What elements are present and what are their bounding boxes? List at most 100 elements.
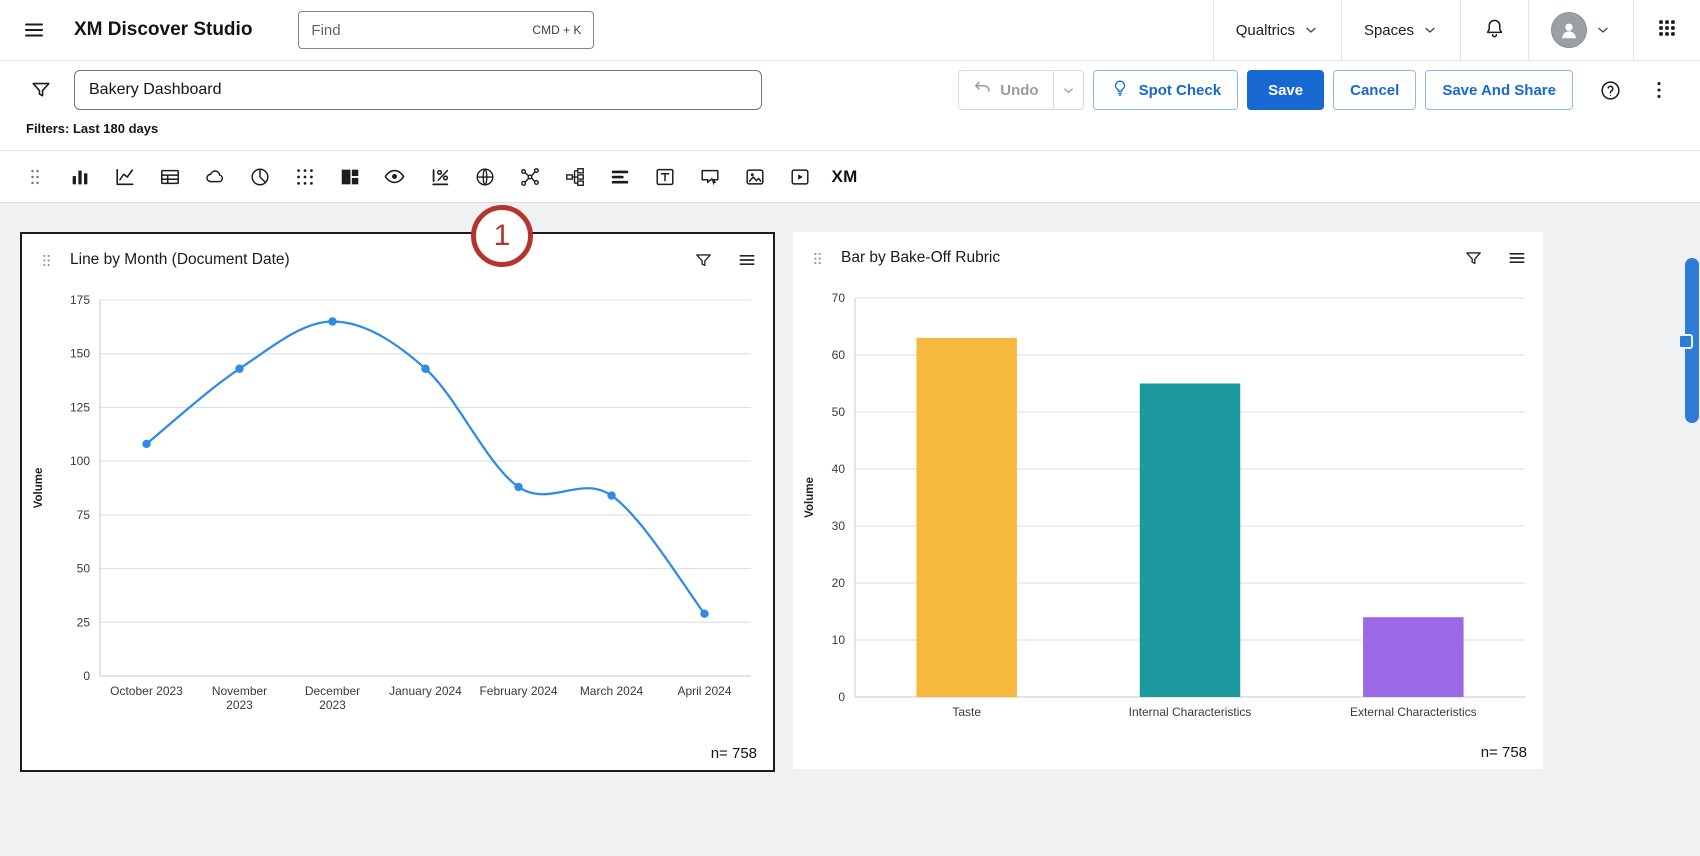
search-shortcut-hint: CMD + K	[532, 23, 581, 37]
svg-text:125: 125	[70, 400, 90, 414]
text-box-icon[interactable]	[642, 157, 687, 197]
widget-menu-icon[interactable]	[1507, 248, 1527, 268]
edit-toolbar: Undo Spot Check Save Cancel	[0, 61, 1700, 119]
help-icon[interactable]	[1593, 73, 1628, 108]
svg-text:November2023: November2023	[212, 684, 267, 712]
topbar-right: Qualtrics Spaces	[1213, 0, 1700, 60]
undo-split-button[interactable]: Undo	[958, 70, 1083, 110]
table-icon[interactable]	[147, 157, 192, 197]
svg-text:Internal Characteristics: Internal Characteristics	[1129, 705, 1252, 719]
hierarchy-icon[interactable]	[552, 157, 597, 197]
metric-icon[interactable]	[417, 157, 462, 197]
drag-handle-icon[interactable]	[38, 252, 55, 269]
preview-icon[interactable]	[372, 157, 417, 197]
annotation-circle: 1	[471, 205, 533, 267]
label-icon[interactable]	[687, 157, 732, 197]
lightbulb-icon	[1110, 78, 1130, 102]
bar-chart-icon[interactable]	[57, 157, 102, 197]
hamburger-menu-icon[interactable]	[16, 12, 52, 48]
global-search[interactable]: CMD + K	[298, 11, 594, 49]
svg-text:February 2024: February 2024	[479, 684, 557, 698]
bell-icon	[1483, 17, 1506, 44]
widget-line-by-month[interactable]: Line by Month (Document Date) 0255075100…	[20, 232, 775, 772]
widget-menu-icon[interactable]	[737, 250, 757, 270]
bar-chart[interactable]: 010203040506070VolumeTasteInternal Chara…	[793, 284, 1537, 729]
svg-text:Taste: Taste	[952, 705, 981, 719]
treemap-icon[interactable]	[327, 157, 372, 197]
dashboard-filter-icon[interactable]	[24, 73, 58, 107]
svg-text:100: 100	[70, 454, 90, 468]
save-and-share-button[interactable]: Save And Share	[1425, 70, 1573, 110]
line-chart[interactable]: 0255075100125150175VolumeOctober 2023Nov…	[22, 286, 767, 730]
widget-title: Bar by Bake-Off Rubric	[841, 249, 1000, 267]
aux-icons	[1593, 73, 1676, 108]
image-icon[interactable]	[732, 157, 777, 197]
chevron-down-icon	[1303, 22, 1319, 38]
svg-text:December2023: December2023	[305, 684, 360, 712]
qualtrics-menu-label: Qualtrics	[1236, 22, 1295, 39]
svg-text:175: 175	[70, 293, 90, 307]
topbar-left: XM Discover Studio CMD + K	[0, 0, 594, 60]
grip-icon[interactable]	[12, 157, 57, 197]
account-menu[interactable]	[1528, 0, 1633, 60]
app-root: XM Discover Studio CMD + K Qualtrics Spa…	[0, 0, 1700, 856]
video-icon[interactable]	[777, 157, 822, 197]
widget-title: Line by Month (Document Date)	[70, 251, 290, 269]
network-icon[interactable]	[507, 157, 552, 197]
widget-type-toolbar: XM	[0, 151, 1700, 203]
annotation-number: 1	[494, 219, 511, 253]
avatar	[1551, 12, 1587, 48]
xm-logo-icon[interactable]: XM	[822, 157, 867, 197]
spaces-menu[interactable]: Spaces	[1341, 0, 1460, 60]
cancel-button-label: Cancel	[1350, 82, 1399, 99]
svg-text:External Characteristics: External Characteristics	[1350, 705, 1477, 719]
svg-text:Volume: Volume	[33, 468, 45, 509]
widget-header: Line by Month (Document Date)	[22, 234, 773, 286]
svg-text:April 2024: April 2024	[677, 684, 731, 698]
action-buttons: Undo Spot Check Save Cancel	[958, 70, 1573, 110]
svg-text:60: 60	[832, 348, 846, 362]
widget-filter-icon[interactable]	[1464, 249, 1483, 268]
line-chart-icon[interactable]	[102, 157, 147, 197]
drag-handle-icon[interactable]	[809, 250, 826, 267]
scatter-icon[interactable]	[282, 157, 327, 197]
widget-header-icons	[1464, 248, 1527, 268]
notifications-button[interactable]	[1460, 0, 1528, 60]
widget-filter-icon[interactable]	[694, 251, 713, 270]
save-and-share-button-label: Save And Share	[1442, 82, 1556, 99]
dashboard-header: Undo Spot Check Save Cancel	[0, 61, 1700, 151]
svg-text:70: 70	[832, 291, 846, 305]
spaces-menu-label: Spaces	[1364, 22, 1414, 39]
topbar: XM Discover Studio CMD + K Qualtrics Spa…	[0, 0, 1700, 61]
svg-text:50: 50	[77, 562, 91, 576]
dashboard-name-input[interactable]	[74, 70, 762, 110]
pie-chart-icon[interactable]	[237, 157, 282, 197]
qualtrics-menu[interactable]: Qualtrics	[1213, 0, 1341, 60]
svg-text:40: 40	[832, 462, 846, 476]
word-cloud-icon[interactable]	[192, 157, 237, 197]
search-input[interactable]	[311, 22, 524, 39]
cancel-button[interactable]: Cancel	[1333, 70, 1416, 110]
filters-summary: Filters: Last 180 days	[0, 119, 1700, 150]
undo-button-label: Undo	[1000, 82, 1038, 99]
scrollbar-handle[interactable]	[1678, 334, 1693, 349]
svg-text:150: 150	[70, 347, 90, 361]
svg-text:75: 75	[77, 508, 91, 522]
svg-text:Volume: Volume	[804, 477, 816, 518]
world-map-icon[interactable]	[462, 157, 507, 197]
heatmap-icon[interactable]	[597, 157, 642, 197]
spot-check-button[interactable]: Spot Check	[1093, 70, 1239, 110]
undo-icon	[973, 79, 992, 102]
kebab-menu-icon[interactable]	[1642, 73, 1676, 107]
save-button[interactable]: Save	[1247, 70, 1324, 110]
svg-text:50: 50	[832, 405, 846, 419]
dashboard-canvas: 1 Line by Month (Document Date) 0255075	[0, 203, 1700, 856]
xm-logo-text: XM	[831, 167, 857, 187]
undo-history-dropdown[interactable]	[1053, 71, 1083, 109]
widget-bar-by-rubric[interactable]: Bar by Bake-Off Rubric 010203040506070Vo…	[793, 232, 1543, 769]
svg-text:20: 20	[832, 576, 846, 590]
app-switcher-button[interactable]	[1633, 0, 1700, 60]
undo-button[interactable]: Undo	[959, 71, 1052, 109]
spot-check-button-label: Spot Check	[1139, 82, 1222, 99]
sample-size-label: n= 758	[711, 745, 757, 762]
